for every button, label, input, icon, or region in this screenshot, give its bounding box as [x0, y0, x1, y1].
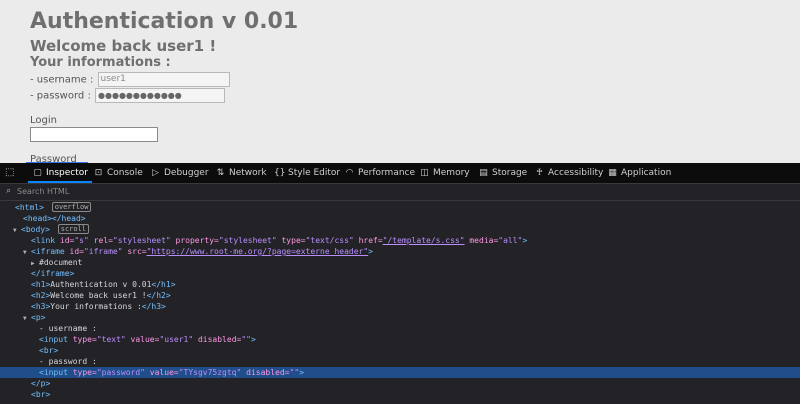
- password-row: - password : ●●●●●●●●●●●●: [30, 88, 225, 103]
- tab-accessibility[interactable]: ♰ Accessibility: [534, 163, 603, 183]
- html-search-bar: ⌕ Search HTML: [0, 184, 800, 201]
- inspector-icon: ▢: [33, 168, 42, 178]
- tab-console[interactable]: ⊡ Console: [93, 163, 143, 183]
- overflow-badge[interactable]: overflow: [51, 202, 92, 212]
- tree-node-link[interactable]: <link id="s" rel="stylesheet" property="…: [0, 235, 800, 246]
- accessibility-icon: ♰: [536, 168, 543, 178]
- tree-node-input-password[interactable]: <input type="password" value="TYsgv75zgt…: [0, 367, 800, 378]
- tab-performance[interactable]: ◠ Performance: [344, 163, 415, 183]
- tree-node-h2[interactable]: <h2>Welcome back user1 !</h2>: [0, 290, 800, 301]
- password-value-attr: "TYsgv75zgtq": [178, 368, 242, 377]
- username-field: user1: [97, 72, 230, 87]
- tree-node-h3[interactable]: <h3>Your informations :</h3>: [0, 301, 800, 312]
- search-html-input[interactable]: Search HTML: [17, 184, 69, 200]
- welcome-heading: Welcome back user1 !: [30, 37, 217, 55]
- tab-inspector[interactable]: ▢ Inspector: [28, 163, 92, 183]
- page-title: Authentication v 0.01: [30, 9, 299, 34]
- password-label: - password :: [30, 90, 91, 102]
- tab-style-editor[interactable]: {} Style Editor: [274, 163, 340, 183]
- tree-node-p[interactable]: ▼ <p>: [0, 312, 800, 323]
- storage-icon: ▤: [479, 168, 488, 178]
- tree-node-iframe-close[interactable]: </iframe>: [0, 268, 800, 279]
- tree-node-input-username[interactable]: <input type="text" value="user1" disable…: [0, 334, 800, 345]
- debugger-icon: ▷: [152, 168, 159, 178]
- tree-node-body[interactable]: ▼ <body> scroll: [0, 224, 800, 235]
- devtools-toolbar: ⬚ ▢ Inspector ⊡ Console ▷ Debugger ⇅ Network…: [0, 163, 800, 184]
- tree-node-iframe[interactable]: ▼ <iframe id="iframe" src="https://www.ro…: [0, 246, 800, 257]
- tab-storage[interactable]: ▤ Storage: [478, 163, 527, 183]
- iframe-src-link[interactable]: "https://www.root-me.org/?page=externe_h…: [147, 247, 369, 256]
- tree-node-password-text[interactable]: - password :: [0, 356, 800, 367]
- tree-node-p-close[interactable]: </p>: [0, 378, 800, 389]
- password-field: ●●●●●●●●●●●●: [95, 88, 225, 103]
- tree-node-document[interactable]: ▶ #document: [0, 257, 800, 268]
- informations-heading: Your informations :: [30, 55, 171, 70]
- markup-tree: <html> overflow <head></head> ▼ <body> sc…: [0, 202, 800, 404]
- login-label: Login: [30, 115, 57, 126]
- application-icon: ▦: [608, 168, 617, 178]
- page-content: Authentication v 0.01 Welcome back user1…: [0, 0, 800, 163]
- tree-node-username-text[interactable]: - username :: [0, 323, 800, 334]
- tree-node-head[interactable]: <head></head>: [0, 213, 800, 224]
- tab-memory[interactable]: ◫ Memory: [419, 163, 469, 183]
- search-icon: ⌕: [6, 186, 12, 196]
- devtools-panel: ⬚ ▢ Inspector ⊡ Console ▷ Debugger ⇅ Network…: [0, 163, 800, 404]
- login-input[interactable]: [30, 127, 158, 142]
- memory-icon: ◫: [420, 168, 429, 178]
- performance-icon: ◠: [345, 168, 354, 178]
- tab-network[interactable]: ⇅ Network: [215, 163, 267, 183]
- network-icon: ⇅: [216, 168, 225, 178]
- stylesheet-link[interactable]: "/template/s.css": [383, 236, 465, 245]
- element-picker-icon[interactable]: ⬚: [5, 166, 19, 180]
- tree-node-br2[interactable]: <br>: [0, 389, 800, 400]
- tab-application[interactable]: ▦ Application: [607, 163, 671, 183]
- username-label: - username :: [30, 74, 94, 86]
- tree-node-h1[interactable]: <h1>Authentication v 0.01</h1>: [0, 279, 800, 290]
- tree-node-br[interactable]: <br>: [0, 345, 800, 356]
- tab-debugger[interactable]: ▷ Debugger: [150, 163, 209, 183]
- username-row: - username : user1: [30, 72, 230, 87]
- scroll-badge[interactable]: scroll: [57, 224, 90, 234]
- console-icon: ⊡: [94, 168, 103, 178]
- tree-node-html[interactable]: <html> overflow: [0, 202, 800, 213]
- style-editor-icon: {}: [274, 168, 286, 178]
